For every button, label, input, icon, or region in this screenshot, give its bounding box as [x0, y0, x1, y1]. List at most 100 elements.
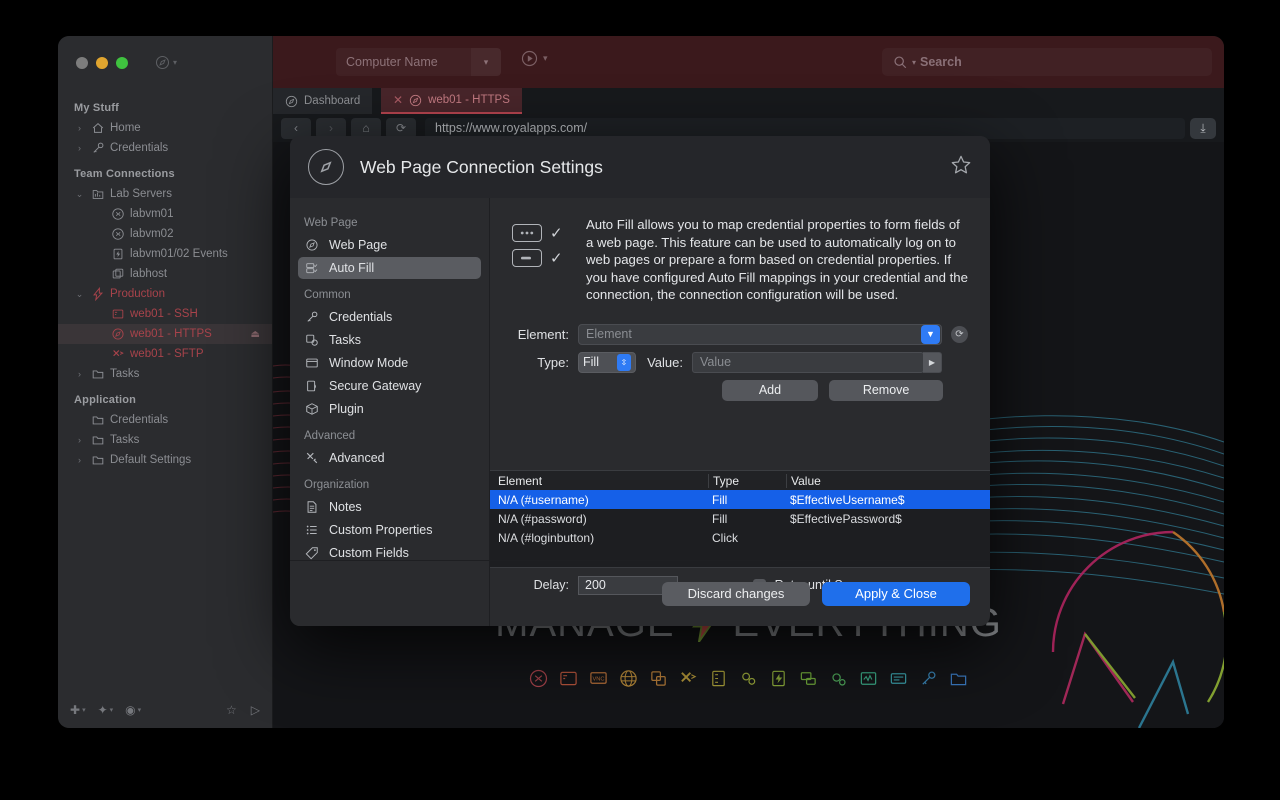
chevron-down-icon[interactable]: ⌄: [74, 189, 85, 200]
chevron-down-icon[interactable]: ▾: [471, 48, 501, 76]
dialog-nav-header: Advanced: [290, 421, 489, 446]
sidebar-item-labvm01[interactable]: labvm01: [58, 204, 272, 224]
sidebar-item-default-settings[interactable]: › Default Settings: [58, 450, 272, 470]
table-row[interactable]: N/A (#loginbutton) Click: [490, 528, 990, 547]
dialog-nav-web-page[interactable]: Web Page: [298, 234, 481, 256]
sidebar-toolbar[interactable]: ✚▾ ✦▾ ◉▾ ☆ ▷: [58, 692, 272, 728]
host-icon: [110, 267, 125, 282]
sidebar-item-home[interactable]: › Home: [58, 118, 272, 138]
tag-icon: [305, 546, 319, 560]
sidebar-item-tasks[interactable]: › Tasks: [58, 430, 272, 450]
sidebar-item-production[interactable]: ⌄ Production: [58, 284, 272, 304]
dialog-nav-tasks[interactable]: Tasks: [298, 329, 481, 351]
value-menu-icon[interactable]: ▶: [923, 352, 942, 373]
remove-button[interactable]: Remove: [829, 380, 943, 401]
dialog-nav-credentials[interactable]: Credentials: [298, 306, 481, 328]
dialog-nav-secure-gateway[interactable]: Secure Gateway: [298, 375, 481, 397]
remote-desktop-icon: [529, 669, 548, 688]
star-icon[interactable]: [950, 154, 972, 181]
sidebar-item-label: Tasks: [110, 368, 139, 380]
add-button[interactable]: Add: [722, 380, 817, 401]
list-icon: [305, 523, 319, 537]
chevron-right-icon[interactable]: ›: [74, 369, 85, 379]
dialog-nav-label: Tasks: [329, 333, 361, 347]
gear-icon[interactable]: ✦▾: [98, 703, 114, 717]
star-icon[interactable]: ☆: [226, 703, 237, 717]
tab-bar[interactable]: Dashboard ✕ web01 - HTTPS: [273, 88, 1224, 114]
eject-icon[interactable]: ⏏: [251, 329, 260, 340]
sidebar-item-labvm02[interactable]: labvm02: [58, 224, 272, 244]
table-row[interactable]: N/A (#username) Fill $EffectiveUsername$: [490, 490, 990, 509]
sidebar-view-switcher[interactable]: ▾: [155, 55, 177, 70]
dialog-nav-custom-properties[interactable]: Custom Properties: [298, 519, 481, 541]
sidebar-item-labhost[interactable]: labhost: [58, 264, 272, 284]
chevron-right-icon[interactable]: ›: [74, 435, 85, 445]
svg-text:VNC: VNC: [592, 676, 604, 682]
url-text: https://www.royalapps.com/: [435, 121, 587, 135]
downloads-button[interactable]: ⤓: [1190, 118, 1216, 139]
table-row[interactable]: N/A (#password) Fill $EffectivePassword$: [490, 509, 990, 528]
sidebar-item-lab-servers[interactable]: ⌄ Lab Servers: [58, 184, 272, 204]
sidebar-item-tasks[interactable]: › Tasks: [58, 364, 272, 384]
chevron-right-icon[interactable]: ›: [74, 143, 85, 153]
folder-icon: [91, 413, 105, 427]
close-button[interactable]: [76, 57, 88, 69]
column-header-value[interactable]: Value: [786, 474, 990, 488]
sidebar-item-credentials[interactable]: Credentials: [58, 410, 272, 430]
sftp-icon: [679, 669, 698, 688]
chevron-down-icon[interactable]: ▾: [912, 58, 916, 67]
column-header-element[interactable]: Element: [490, 474, 708, 488]
sidebar-item-web01-sftp[interactable]: web01 - SFTP: [58, 344, 272, 364]
value-input[interactable]: Value: [692, 352, 924, 373]
apply-close-button[interactable]: Apply & Close: [822, 582, 970, 606]
sidebar-item-web01-ssh[interactable]: web01 - SSH: [58, 304, 272, 324]
tab-web01-https[interactable]: ✕ web01 - HTTPS: [381, 88, 522, 114]
user-icon[interactable]: ◉▾: [125, 703, 141, 717]
minimize-button[interactable]: [96, 57, 108, 69]
add-remove-row: Add Remove: [490, 380, 968, 401]
add-icon[interactable]: ✚▾: [70, 703, 86, 717]
chevron-right-icon[interactable]: ›: [74, 455, 85, 465]
sidebar-item-web01-https[interactable]: web01 - HTTPS ⏏: [58, 324, 272, 344]
sidebar-item-labvm01-02-events[interactable]: labvm01/02 Events: [58, 244, 272, 264]
chevron-down-icon[interactable]: ▾: [543, 53, 548, 64]
events-icon: [111, 247, 125, 261]
autofill-mappings-table[interactable]: Element Type Value N/A (#username) Fill …: [490, 470, 990, 568]
tasks-icon: [304, 332, 320, 348]
dialog-nav-plugin[interactable]: Plugin: [298, 398, 481, 420]
column-header-type[interactable]: Type: [708, 474, 786, 488]
dialog-title: Web Page Connection Settings: [360, 157, 603, 178]
refresh-icon[interactable]: ⟳: [951, 326, 968, 343]
window-traffic-lights[interactable]: [76, 57, 128, 69]
computer-name-input[interactable]: Computer Name ▾: [336, 48, 501, 76]
chevron-down-icon[interactable]: ▼: [921, 325, 940, 344]
discard-changes-button[interactable]: Discard changes: [662, 582, 810, 606]
folder-icon: [949, 669, 968, 688]
close-icon[interactable]: ✕: [393, 93, 403, 107]
sidebar-item-credentials[interactable]: › Credentials: [58, 138, 272, 158]
connection-tree[interactable]: My Stuff › Home › Credentials Team Conne…: [58, 92, 272, 692]
dialog-nav-window-mode[interactable]: Window Mode: [298, 352, 481, 374]
search-input[interactable]: ▾ Search: [882, 48, 1212, 76]
play-icon[interactable]: ▷: [251, 703, 260, 717]
sidebar-item-label: labhost: [130, 268, 167, 280]
element-input[interactable]: Element: [578, 324, 942, 345]
dialog-nav-notes[interactable]: Notes: [298, 496, 481, 518]
dialog-nav-advanced[interactable]: Advanced: [298, 447, 481, 469]
dialog-nav-auto-fill[interactable]: Auto Fill: [298, 257, 481, 279]
sidebar-item-label: Credentials: [110, 414, 168, 426]
dialog-nav-header: Organization: [290, 470, 489, 495]
maximize-button[interactable]: [116, 57, 128, 69]
gateway-icon: [305, 379, 319, 393]
element-placeholder: Element: [586, 327, 632, 341]
chevron-down-icon[interactable]: ⌄: [74, 289, 85, 300]
play-circle-icon: [521, 50, 538, 67]
search-placeholder: Search: [920, 55, 962, 69]
tab-dashboard[interactable]: Dashboard: [273, 88, 372, 114]
connect-button[interactable]: ▾: [521, 50, 548, 67]
type-select[interactable]: Fill ⇳: [578, 352, 636, 373]
bolt-icon: [90, 287, 105, 302]
chevron-right-icon[interactable]: ›: [74, 123, 85, 133]
dialog-nav-label: Plugin: [329, 402, 364, 416]
terminal-icon: [559, 669, 578, 688]
